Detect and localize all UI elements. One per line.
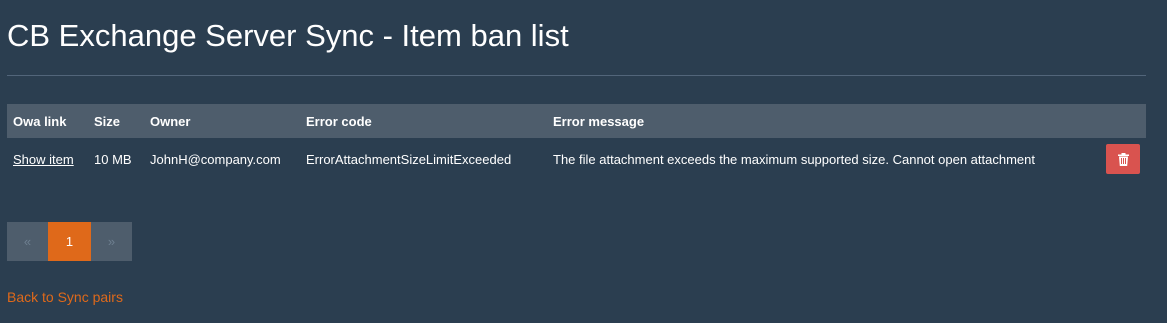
page: CB Exchange Server Sync - Item ban list …	[0, 0, 1167, 323]
pagination: « 1 »	[7, 222, 132, 261]
pagination-page-1[interactable]: 1	[48, 222, 91, 261]
column-header-size: Size	[88, 104, 144, 138]
table-row: Show item 10 MB JohnH@company.com ErrorA…	[7, 138, 1146, 180]
column-header-owner: Owner	[144, 104, 300, 138]
back-to-sync-pairs-link[interactable]: Back to Sync pairs	[7, 289, 123, 305]
column-header-owa-link: Owa link	[7, 104, 88, 138]
cell-owner: JohnH@company.com	[150, 151, 281, 167]
column-header-error-code: Error code	[300, 104, 547, 138]
pagination-next-button[interactable]: »	[91, 222, 132, 261]
trash-icon	[1117, 152, 1129, 166]
cell-error-message: The file attachment exceeds the maximum …	[553, 151, 1035, 167]
cell-size: 10 MB	[94, 151, 132, 167]
item-ban-table: Owa link Size Owner Error code Error mes…	[7, 104, 1146, 180]
column-header-error-message: Error message	[547, 104, 1094, 138]
cell-actions	[1094, 138, 1146, 180]
page-title: CB Exchange Server Sync - Item ban list	[7, 18, 569, 53]
show-item-link[interactable]: Show item	[13, 152, 74, 167]
cell-owa-link: Show item	[7, 138, 88, 180]
column-header-actions	[1094, 104, 1146, 138]
title-divider	[7, 75, 1146, 76]
pagination-prev-button[interactable]: «	[7, 222, 48, 261]
table-header-row: Owa link Size Owner Error code Error mes…	[7, 104, 1146, 138]
cell-error-code: ErrorAttachmentSizeLimitExceeded	[306, 151, 512, 167]
delete-button[interactable]	[1106, 144, 1140, 174]
